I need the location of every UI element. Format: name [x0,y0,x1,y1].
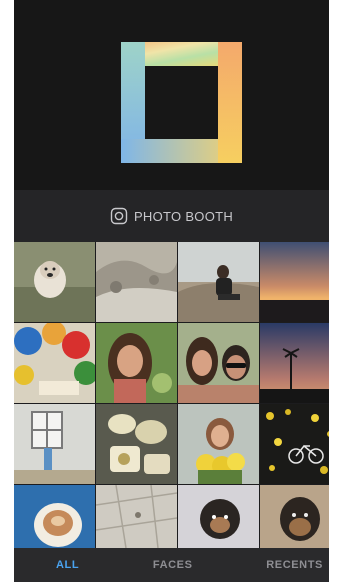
photo-thumbnail-sunset[interactable] [260,242,329,322]
photo-thumbnail-balloons[interactable] [14,323,95,403]
layout-logo [121,42,242,163]
tab-all[interactable]: ALL [56,559,79,571]
bottom-tab-bar: ALL FACES RECENTS [14,548,329,582]
photo-thumbnail-coffee[interactable] [14,485,95,548]
photo-thumbnail-beach[interactable] [178,242,259,322]
photo-thumbnail-dog-portrait[interactable] [260,485,329,548]
photo-thumbnail-house[interactable] [14,404,95,484]
photo-thumbnail-floor[interactable] [96,485,177,548]
photo-booth-button[interactable]: PHOTO BOOTH [14,190,329,242]
photo-thumbnail-couple[interactable] [178,323,259,403]
photo-thumbnail-palms[interactable] [260,323,329,403]
photo-thumbnail-flowers[interactable] [178,404,259,484]
photo-booth-label: PHOTO BOOTH [133,208,234,224]
photo-thumbnail-woman-selfie[interactable] [96,323,177,403]
photo-thumbnail-dog-bed[interactable] [178,485,259,548]
logo-header [14,0,329,190]
camera-icon [110,207,128,225]
tab-faces[interactable]: FACES [153,559,193,571]
tab-recents[interactable]: RECENTS [266,559,323,571]
photo-thumbnail-dog[interactable] [14,242,95,322]
photo-grid [14,242,329,548]
photo-thumbnail-food[interactable] [96,404,177,484]
photo-thumbnail-leaves[interactable] [260,404,329,484]
app-screen: PHOTO BOOTH ALL FACES RECENTS [14,0,329,582]
photo-thumbnail-rocks[interactable] [96,242,177,322]
